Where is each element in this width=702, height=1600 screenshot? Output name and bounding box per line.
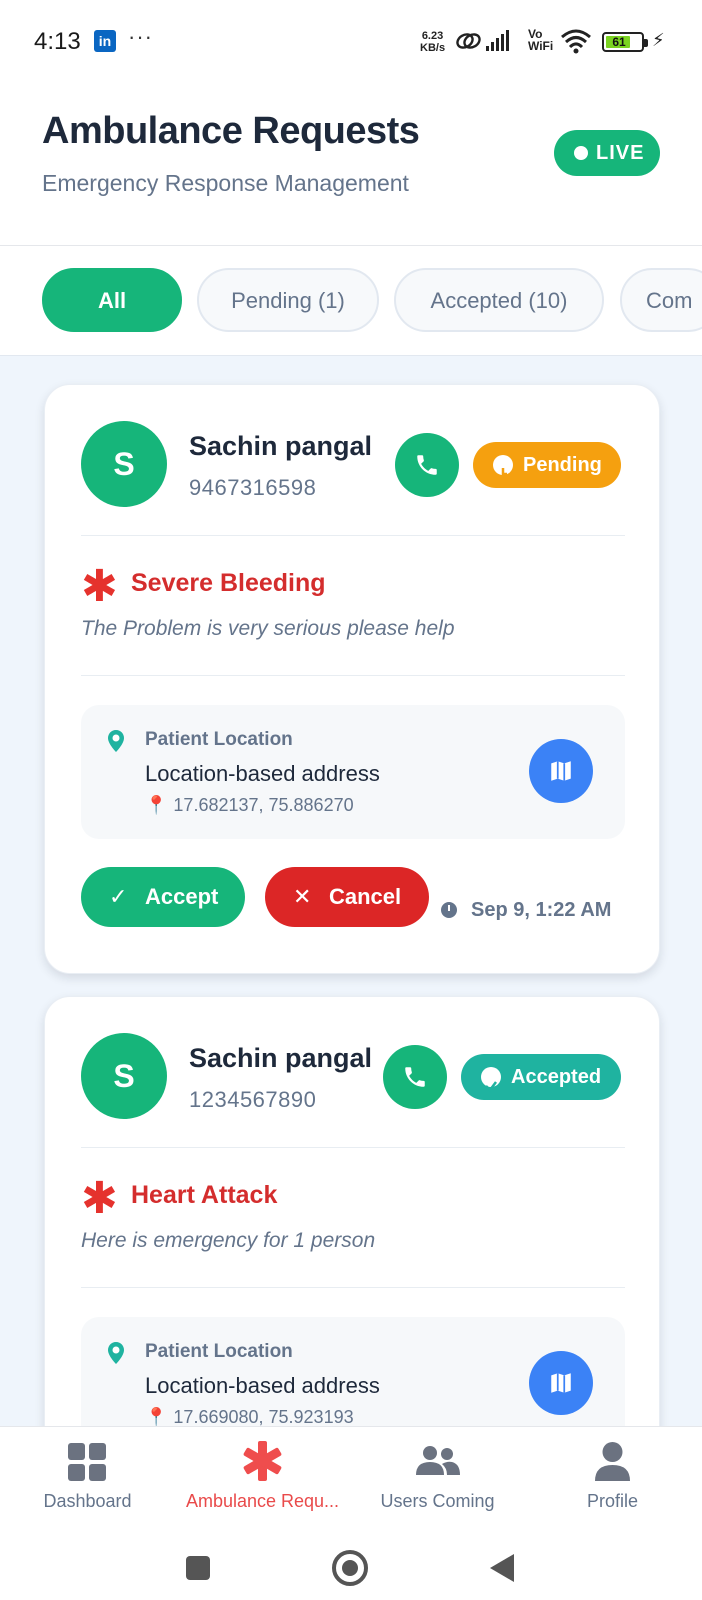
battery-icon: 61 [602,32,648,52]
status-badge: Pending [473,442,621,488]
patient-phone: 9467316598 [189,475,317,500]
nav-ambulance-requests[interactable]: Ambulance Requ... [175,1427,350,1537]
emergency-type: Severe Bleeding [131,569,326,597]
emergency-type: Heart Attack [131,1181,278,1209]
vowifi-indicator: Vo WiFi [528,27,554,53]
dashboard-icon [68,1443,106,1481]
location-label: Patient Location [145,729,293,750]
location-box: Patient Location Location-based address … [81,705,625,839]
page-header: Ambulance Requests Emergency Response Ma… [0,82,702,246]
wifi-icon [561,29,591,54]
filter-all[interactable]: All [42,268,182,332]
divider [81,1147,625,1148]
page-subtitle: Emergency Response Management [42,170,409,196]
open-map-button[interactable] [529,739,593,803]
location-label: Patient Location [145,1341,293,1362]
avatar: S [81,1033,167,1119]
filter-tabs: All Pending (1) Accepted (10) Com [0,246,702,356]
location-pin-icon [108,1342,124,1364]
divider [81,675,625,676]
page-title: Ambulance Requests [42,110,420,152]
live-badge: LIVE [554,130,660,176]
map-icon [551,761,571,781]
open-map-button[interactable] [529,1351,593,1415]
live-dot-icon [574,146,588,160]
clock-icon [441,902,457,918]
red-pin-icon: 📍 [145,795,168,815]
check-icon: ✓ [109,884,128,909]
divider [81,535,625,536]
network-speed: 6.23 KB/s [420,30,446,54]
patient-name: Sachin pangal [189,431,373,461]
location-address: Location-based address [145,1373,380,1398]
charging-icon: ⚡ [652,30,665,50]
home-button[interactable] [332,1550,368,1586]
check-circle-icon [481,1067,501,1092]
map-icon [551,1373,571,1393]
linkedin-notification-icon: in [94,30,116,52]
filter-accepted[interactable]: Accepted (10) [394,268,604,332]
close-icon: ✕ [293,884,312,909]
location-coordinates: 📍 17.669080, 75.923193 [145,1407,354,1427]
emergency-description: Here is emergency for 1 person [81,1229,376,1252]
status-badge: Accepted [461,1054,621,1100]
filter-completed[interactable]: Com [620,268,702,332]
avatar: S [81,421,167,507]
nav-profile[interactable]: Profile [525,1427,700,1537]
clock-icon [493,455,513,476]
call-button[interactable] [383,1045,447,1109]
filter-pending[interactable]: Pending (1) [197,268,379,332]
medical-asterisk-icon: ✱ [81,1174,118,1223]
medical-asterisk-icon: ✱ [81,562,118,611]
users-icon [416,1446,460,1475]
request-card: S Sachin pangal 9467316598 Pending ✱ Sev… [44,384,660,974]
nav-dashboard[interactable]: Dashboard [0,1427,175,1537]
medical-asterisk-icon [243,1441,282,1481]
phone-icon [417,455,437,475]
red-pin-icon: 📍 [145,1407,168,1427]
more-notifications-icon: ··· [128,24,153,49]
system-navigation-bar [0,1536,702,1600]
bottom-navigation: Dashboard Ambulance Requ... Users Coming… [0,1426,702,1536]
call-button[interactable] [395,433,459,497]
emergency-description: The Problem is very serious please help [81,617,455,640]
status-bar: 4:13 in ··· 6.23 KB/s Vo WiFi 61 ⚡ [0,0,702,82]
nav-users-coming[interactable]: Users Coming [350,1427,525,1537]
recent-apps-button[interactable] [186,1556,210,1580]
location-address: Location-based address [145,761,380,786]
phone-icon [405,1067,425,1087]
profile-icon [595,1442,630,1481]
location-coordinates: 📍 17.682137, 75.886270 [145,795,354,815]
status-time: 4:13 [34,28,81,55]
patient-phone: 1234567890 [189,1087,317,1112]
patient-name: Sachin pangal [189,1043,373,1073]
location-pin-icon [108,730,124,752]
accept-button[interactable]: ✓ Accept [81,867,245,927]
signal-icons [456,30,509,51]
divider [81,1287,625,1288]
back-button[interactable] [490,1554,514,1582]
cancel-button[interactable]: ✕ Cancel [265,867,429,927]
